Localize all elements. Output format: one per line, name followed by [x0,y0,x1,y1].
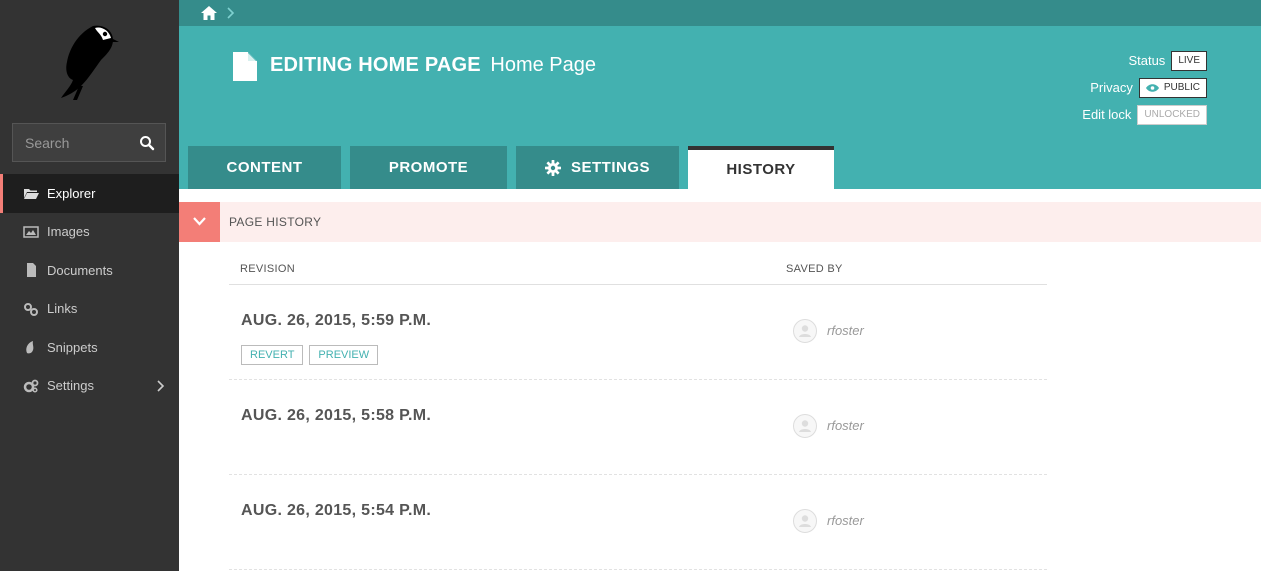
privacy-row: Privacy PUBLIC [1082,74,1207,101]
user-icon [799,325,811,337]
column-header-revision: REVISION [240,263,295,275]
chevron-down-icon [193,217,206,226]
editlock-row: Edit lock UNLOCKED [1082,101,1207,128]
search-input[interactable] [13,124,133,161]
avatar [793,319,817,343]
image-icon [23,226,39,238]
page-title: EDITING HOME PAGE Home Page [270,54,596,77]
status-badge[interactable]: LIVE [1171,50,1207,71]
privacy-label: Privacy [1090,80,1133,95]
chevron-right-icon [157,379,165,392]
tab-label: SETTINGS [570,159,650,176]
page-history-panel-header: PAGE HISTORY [179,202,1261,242]
page-title-name: Home Page [490,54,597,76]
page-icon [233,52,257,81]
search-box [12,123,166,162]
menu-label: Settings [47,378,94,394]
table-header: REVISION SAVED BY [229,254,1047,285]
search-icon[interactable] [139,135,155,151]
tab-promote[interactable]: PROMOTE [350,146,507,189]
link-icon [24,302,38,316]
editlock-label: Edit lock [1082,107,1132,122]
collapse-toggle[interactable] [179,202,220,242]
table-row: AUG. 26, 2015, 5:58 P.M. rfoster [229,380,1047,475]
avatar [793,509,817,533]
sidebar: Explorer Images Documents Links [0,0,179,571]
chevron-right-icon [227,7,235,19]
privacy-button[interactable]: PUBLIC [1138,77,1207,98]
user-icon [799,515,811,527]
menu-label: Links [47,301,78,317]
avatar [793,414,817,438]
tab-settings[interactable]: SETTINGS [516,146,679,189]
menu-label: Documents [47,262,113,278]
saved-by-user: rfoster [827,513,864,528]
menu-label: Snippets [47,339,98,355]
revisions-table: REVISION SAVED BY AUG. 26, 2015, 5:59 P.… [229,254,1047,570]
table-row: AUG. 26, 2015, 5:59 P.M. REVERT PREVIEW … [229,285,1047,380]
menu-item-images[interactable]: Images [0,213,179,252]
page-title-action: EDITING HOME PAGE [270,54,481,76]
menu-item-settings[interactable]: Settings [0,367,179,406]
section-title: PAGE HISTORY [229,215,322,229]
menu-item-links[interactable]: Links [0,290,179,329]
user-icon [799,420,811,432]
revision-date: AUG. 26, 2015, 5:58 P.M. [241,407,432,424]
revision-date: AUG. 26, 2015, 5:59 P.M. [241,312,432,329]
revision-date: AUG. 26, 2015, 5:54 P.M. [241,502,432,519]
revision-actions: REVERT PREVIEW [241,345,384,365]
home-icon[interactable] [201,6,217,20]
main-menu: Explorer Images Documents Links Snippets… [0,174,179,405]
saved-by-user: rfoster [827,418,864,433]
wagtail-logo-icon[interactable] [55,20,119,100]
editlock-button[interactable]: UNLOCKED [1137,104,1207,125]
folder-open-icon [24,189,39,200]
menu-label: Explorer [47,185,96,201]
tab-history[interactable]: HISTORY [688,146,834,189]
gear-icon [544,159,561,176]
menu-label: Images [47,224,90,240]
tab-content[interactable]: CONTENT [188,146,341,189]
menu-item-snippets[interactable]: Snippets [0,328,179,367]
preview-button[interactable]: PREVIEW [309,345,379,365]
page-meta: Status LIVE Privacy PUBLIC Edit lock UNL… [1082,47,1207,128]
status-label: Status [1128,53,1166,68]
cogs-icon [23,379,39,393]
menu-item-explorer[interactable]: Explorer [0,174,179,213]
column-header-saved-by: SAVED BY [786,263,843,275]
eye-icon [1145,83,1159,92]
saved-by-user: rfoster [827,323,864,338]
snippet-icon [26,341,34,354]
menu-item-documents[interactable]: Documents [0,251,179,290]
document-icon [27,263,36,278]
table-row: AUG. 26, 2015, 5:54 P.M. rfoster [229,475,1047,570]
breadcrumb [179,0,1261,26]
revert-button[interactable]: REVERT [241,345,304,365]
privacy-value: PUBLIC [1163,82,1200,93]
status-row: Status LIVE [1082,47,1207,74]
tab-bar: CONTENT PROMOTE SETTINGS HISTORY [188,146,843,189]
